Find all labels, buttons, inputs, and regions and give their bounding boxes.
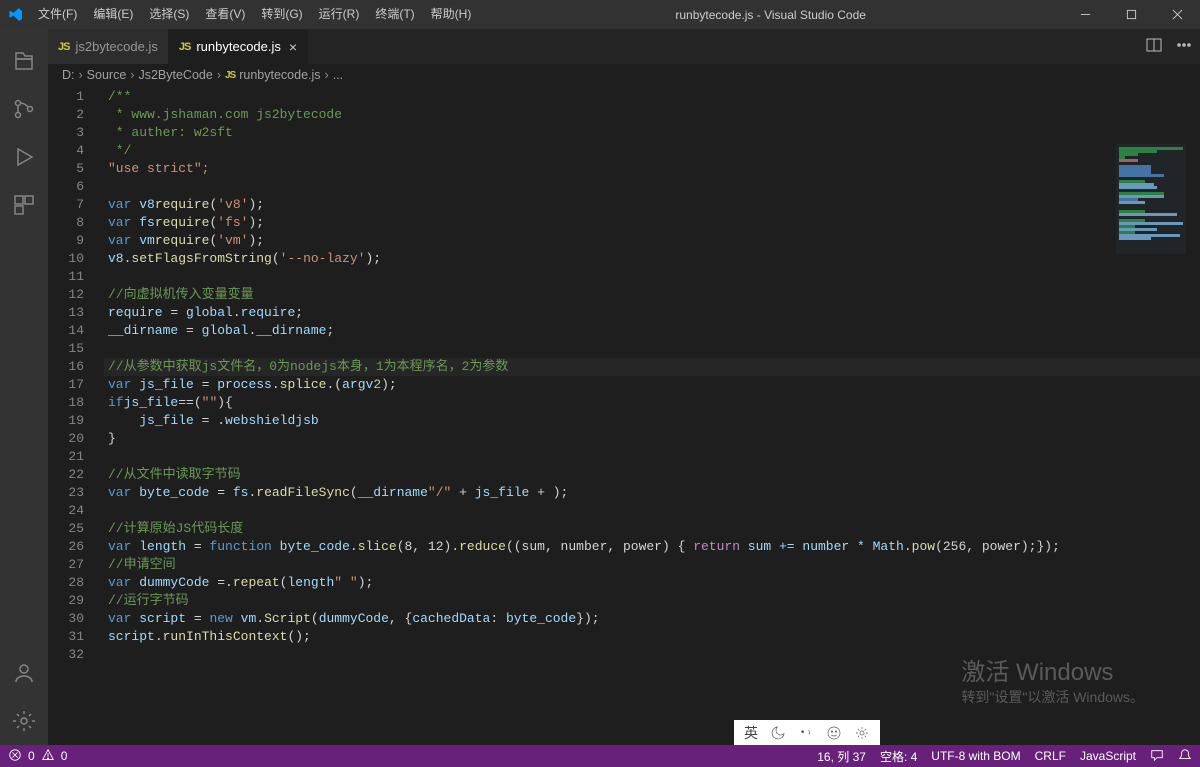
tab-js2bytecode[interactable]: JS js2bytecode.js [48, 29, 169, 64]
breadcrumb[interactable]: D:› Source› Js2ByteCode› JS runbytecode.… [48, 64, 1200, 86]
warnings-icon[interactable] [41, 748, 55, 765]
title-bar: 文件(F) 编辑(E) 选择(S) 查看(V) 转到(G) 运行(R) 终端(T… [0, 0, 1200, 29]
breadcrumb-segment[interactable]: runbytecode.js [239, 68, 320, 82]
breadcrumb-segment[interactable]: ... [333, 68, 343, 82]
extensions-icon[interactable] [0, 181, 48, 229]
menu-bar: 文件(F) 编辑(E) 选择(S) 查看(V) 转到(G) 运行(R) 终端(T… [30, 0, 479, 29]
more-actions-icon[interactable] [1176, 37, 1192, 56]
feedback-icon[interactable] [1150, 748, 1164, 765]
breadcrumb-segment[interactable]: D: [62, 68, 75, 82]
editor-tabs: JS js2bytecode.js JS runbytecode.js × [48, 29, 1200, 64]
encoding[interactable]: UTF-8 with BOM [931, 749, 1020, 763]
ime-toolbar[interactable]: 英 [734, 720, 880, 745]
line-number-gutter: 1234567891011121314151617181920212223242… [48, 88, 104, 664]
maximize-button[interactable] [1108, 0, 1154, 29]
menu-help[interactable]: 帮助(H) [423, 0, 480, 29]
ime-language[interactable]: 英 [744, 723, 758, 743]
eol[interactable]: CRLF [1035, 749, 1066, 763]
close-button[interactable] [1154, 0, 1200, 29]
account-icon[interactable] [0, 649, 48, 697]
menu-go[interactable]: 转到(G) [253, 0, 310, 29]
code-lines[interactable]: /** * www.jshaman.com js2bytecode * auth… [104, 88, 1200, 664]
menu-view[interactable]: 查看(V) [197, 0, 253, 29]
window-controls [1062, 0, 1200, 29]
js-file-icon: JS [58, 41, 69, 53]
smiley-icon[interactable] [826, 725, 842, 741]
minimize-button[interactable] [1062, 0, 1108, 29]
punctuation-icon[interactable] [798, 725, 814, 741]
warnings-count[interactable]: 0 [61, 749, 68, 763]
run-debug-icon[interactable] [0, 133, 48, 181]
split-editor-icon[interactable] [1146, 37, 1162, 56]
activity-bar [0, 29, 48, 745]
menu-select[interactable]: 选择(S) [141, 0, 197, 29]
status-bar: 0 0 16, 列 37 空格: 4 UTF-8 with BOM CRLF J… [0, 745, 1200, 767]
tab-label: runbytecode.js [196, 39, 281, 54]
code-editor[interactable]: 1234567891011121314151617181920212223242… [48, 86, 1200, 745]
tab-actions [1146, 29, 1200, 64]
explorer-icon[interactable] [0, 37, 48, 85]
source-control-icon[interactable] [0, 85, 48, 133]
js-file-icon: JS [225, 70, 235, 81]
menu-file[interactable]: 文件(F) [30, 0, 85, 29]
notifications-icon[interactable] [1178, 748, 1192, 765]
tab-runbytecode[interactable]: JS runbytecode.js × [169, 29, 308, 64]
tab-label: js2bytecode.js [75, 39, 157, 54]
vscode-logo-icon [8, 7, 24, 23]
menu-terminal[interactable]: 终端(T) [367, 0, 422, 29]
breadcrumb-segment[interactable]: Js2ByteCode [138, 68, 212, 82]
errors-icon[interactable] [8, 748, 22, 765]
settings-gear-icon[interactable] [0, 697, 48, 745]
window-title: runbytecode.js - Visual Studio Code [479, 8, 1062, 22]
ime-settings-icon[interactable] [854, 725, 870, 741]
cursor-position[interactable]: 16, 列 37 [817, 748, 866, 765]
close-tab-icon[interactable]: × [289, 40, 297, 54]
language-mode[interactable]: JavaScript [1080, 749, 1136, 763]
js-file-icon: JS [179, 41, 190, 53]
menu-edit[interactable]: 编辑(E) [85, 0, 141, 29]
moon-icon[interactable] [770, 725, 786, 741]
indentation[interactable]: 空格: 4 [880, 748, 917, 765]
errors-count[interactable]: 0 [28, 749, 35, 763]
minimap[interactable] [1116, 144, 1186, 254]
breadcrumb-segment[interactable]: Source [87, 68, 127, 82]
menu-run[interactable]: 运行(R) [311, 0, 368, 29]
